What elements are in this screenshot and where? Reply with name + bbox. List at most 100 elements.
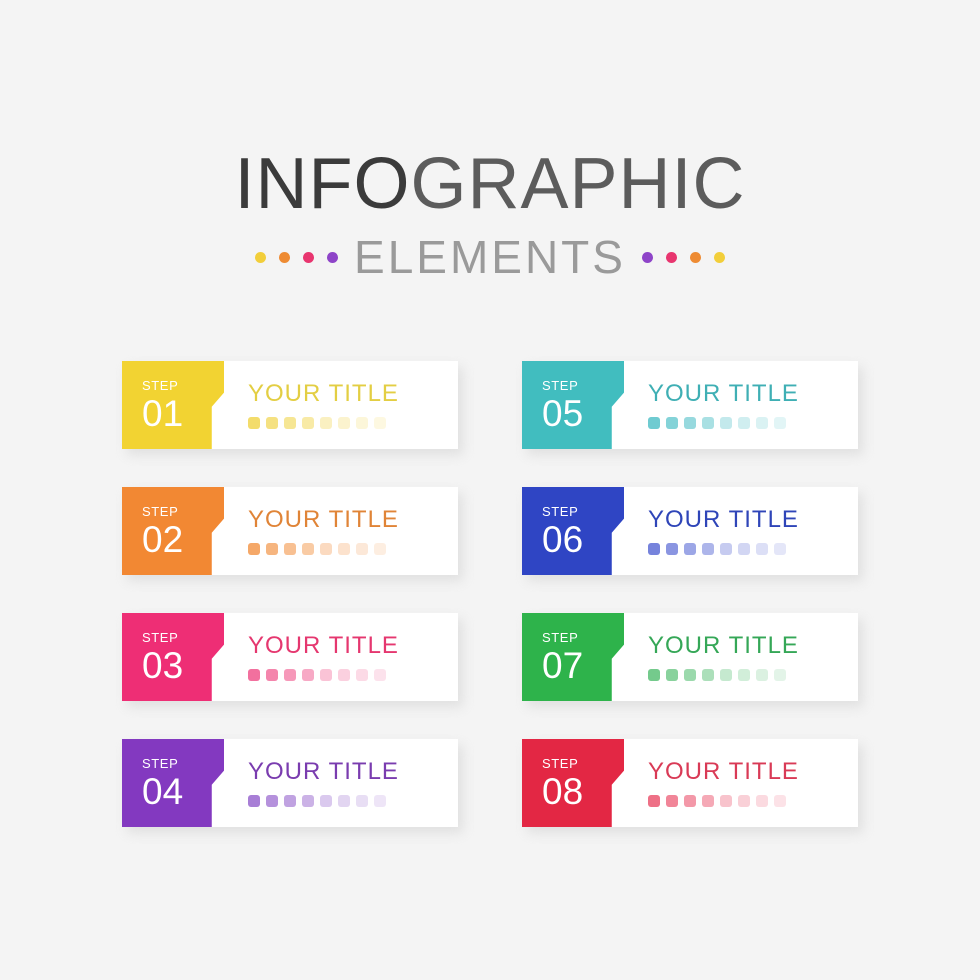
progress-pip-1	[248, 668, 260, 681]
step-number: 05	[542, 392, 584, 434]
steps-grid: STEP 01 YOUR TITLE STEP 05 YOUR TITLE STEP 02 YO…	[122, 361, 863, 833]
step-number: 01	[142, 392, 184, 434]
step-label: STEP	[142, 755, 179, 771]
progress-pip-7	[756, 416, 768, 429]
progress-pip-4	[702, 542, 714, 555]
step-badge: STEP 07	[522, 613, 624, 701]
step-card-04[interactable]: STEP 04 YOUR TITLE	[122, 739, 463, 833]
progress-pip-6	[738, 542, 750, 555]
step-number: 06	[542, 518, 584, 560]
card-title: YOUR TITLE	[648, 379, 799, 407]
progress-pip-6	[738, 416, 750, 429]
step-badge: STEP 03	[122, 613, 224, 701]
progress-pip-1	[648, 416, 660, 429]
progress-pip-5	[720, 668, 732, 681]
progress-pips	[648, 794, 858, 807]
page-title: INFOGRAPHIC	[0, 148, 980, 220]
infographic-canvas: INFOGRAPHIC ELEMENTS STEP 01 YOUR TITLE STE…	[0, 0, 980, 980]
progress-pip-7	[756, 542, 768, 555]
card-title: YOUR TITLE	[248, 505, 399, 533]
progress-pips	[648, 668, 858, 681]
step-label: STEP	[542, 503, 579, 519]
progress-pip-6	[738, 794, 750, 807]
step-card-08[interactable]: STEP 08 YOUR TITLE	[522, 739, 863, 833]
step-badge: STEP 08	[522, 739, 624, 827]
progress-pip-2	[666, 542, 678, 555]
progress-pip-4	[302, 794, 314, 807]
progress-pip-8	[374, 794, 386, 807]
progress-pip-6	[338, 794, 350, 807]
progress-pip-3	[284, 416, 296, 429]
progress-pip-1	[648, 794, 660, 807]
progress-pips	[248, 542, 458, 555]
step-card-07[interactable]: STEP 07 YOUR TITLE	[522, 613, 863, 707]
progress-pip-2	[666, 668, 678, 681]
step-badge: STEP 01	[122, 361, 224, 449]
progress-pip-7	[356, 542, 368, 555]
step-number: 03	[142, 644, 184, 686]
step-badge: STEP 05	[522, 361, 624, 449]
progress-pip-8	[374, 668, 386, 681]
step-badge: STEP 06	[522, 487, 624, 575]
step-card-05[interactable]: STEP 05 YOUR TITLE	[522, 361, 863, 455]
card-title: YOUR TITLE	[648, 757, 799, 785]
header-dot-right-1	[641, 251, 653, 263]
step-label: STEP	[142, 503, 179, 519]
step-badge: STEP 04	[122, 739, 224, 827]
progress-pip-3	[284, 668, 296, 681]
page-title-part1: INFO	[234, 144, 411, 224]
progress-pip-2	[266, 416, 278, 429]
progress-pip-6	[738, 668, 750, 681]
progress-pip-6	[338, 542, 350, 555]
progress-pip-2	[266, 668, 278, 681]
progress-pip-1	[248, 794, 260, 807]
header-dot-left-4	[327, 251, 339, 263]
step-badge: STEP 02	[122, 487, 224, 575]
progress-pip-1	[248, 416, 260, 429]
progress-pip-8	[774, 416, 786, 429]
progress-pip-5	[320, 668, 332, 681]
progress-pip-4	[702, 794, 714, 807]
page-header: INFOGRAPHIC ELEMENTS	[0, 148, 980, 284]
page-title-part2: GRAPHIC	[410, 144, 746, 224]
progress-pip-3	[684, 416, 696, 429]
progress-pip-8	[774, 668, 786, 681]
card-title: YOUR TITLE	[648, 631, 799, 659]
card-title: YOUR TITLE	[248, 631, 399, 659]
progress-pip-4	[702, 668, 714, 681]
card-title: YOUR TITLE	[248, 379, 399, 407]
step-label: STEP	[542, 377, 579, 393]
subtitle-dots-left	[255, 251, 339, 263]
progress-pip-5	[720, 794, 732, 807]
progress-pips	[248, 668, 458, 681]
header-dot-right-4	[713, 251, 725, 263]
progress-pip-1	[648, 668, 660, 681]
progress-pip-6	[338, 416, 350, 429]
step-number: 07	[542, 644, 584, 686]
progress-pips	[648, 542, 858, 555]
progress-pips	[248, 794, 458, 807]
progress-pip-6	[338, 668, 350, 681]
progress-pip-7	[356, 794, 368, 807]
progress-pip-4	[302, 542, 314, 555]
progress-pip-4	[302, 416, 314, 429]
progress-pip-4	[702, 416, 714, 429]
card-content: YOUR TITLE	[648, 613, 858, 701]
step-card-02[interactable]: STEP 02 YOUR TITLE	[122, 487, 463, 581]
progress-pip-5	[320, 794, 332, 807]
progress-pip-3	[284, 794, 296, 807]
progress-pip-8	[774, 542, 786, 555]
progress-pip-3	[684, 542, 696, 555]
progress-pip-1	[648, 542, 660, 555]
card-content: YOUR TITLE	[248, 739, 458, 827]
card-content: YOUR TITLE	[248, 613, 458, 701]
step-card-03[interactable]: STEP 03 YOUR TITLE	[122, 613, 463, 707]
step-card-01[interactable]: STEP 01 YOUR TITLE	[122, 361, 463, 455]
progress-pips	[648, 416, 858, 429]
subtitle-dots-right	[641, 251, 725, 263]
progress-pip-5	[320, 542, 332, 555]
step-card-06[interactable]: STEP 06 YOUR TITLE	[522, 487, 863, 581]
progress-pip-8	[374, 416, 386, 429]
card-content: YOUR TITLE	[648, 739, 858, 827]
progress-pip-2	[266, 542, 278, 555]
